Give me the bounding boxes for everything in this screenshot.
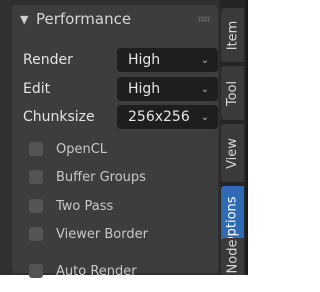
tab-node-visible[interactable]: Node <box>221 238 244 275</box>
tab-view-label: View <box>225 137 241 169</box>
chunksize-select[interactable]: 256x256 ⌄ <box>117 105 218 129</box>
chevron-down-icon: ⌄ <box>200 83 210 95</box>
two-pass-label: Two Pass <box>56 198 114 214</box>
edit-value: High <box>128 81 161 97</box>
buffer-groups-checkbox-row[interactable]: Buffer Groups <box>12 167 218 187</box>
chunksize-value: 256x256 <box>128 109 190 125</box>
edit-select[interactable]: High ⌄ <box>117 77 218 101</box>
opencl-label: OpenCL <box>56 141 108 157</box>
panel-title: Performance <box>36 10 132 28</box>
buffer-groups-label: Buffer Groups <box>56 169 146 185</box>
chevron-down-icon: ⌄ <box>200 54 210 66</box>
panel-header[interactable]: ▼ Performance <box>12 5 218 33</box>
two-pass-checkbox[interactable] <box>29 199 43 213</box>
performance-panel: ▼ Performance Render High ⌄ Edit High ⌄ … <box>12 5 218 279</box>
auto-render-label: Auto Render <box>56 263 137 279</box>
viewer-border-checkbox-row[interactable]: Viewer Border <box>12 224 218 244</box>
chunksize-label: Chunksize <box>23 109 95 125</box>
chevron-down-icon: ⌄ <box>200 111 210 123</box>
render-label: Render <box>23 52 73 68</box>
opencl-checkbox-row[interactable]: OpenCL <box>12 139 218 159</box>
viewer-border-label: Viewer Border <box>56 226 148 242</box>
edit-row: Edit High ⌄ <box>12 77 218 101</box>
viewer-border-checkbox[interactable] <box>29 227 43 241</box>
drag-handle-icon[interactable] <box>198 16 210 22</box>
auto-render-checkbox[interactable] <box>29 264 43 278</box>
opencl-checkbox[interactable] <box>29 142 43 156</box>
chunksize-row: Chunksize 256x256 ⌄ <box>12 105 218 129</box>
sidebar-region: ▼ Performance Render High ⌄ Edit High ⌄ … <box>0 0 248 279</box>
two-pass-checkbox-row[interactable]: Two Pass <box>12 196 218 216</box>
render-select[interactable]: High ⌄ <box>117 48 218 72</box>
tab-item-label: Item <box>225 20 240 50</box>
sidebar-tab-strip: Item Tool View Options <box>220 0 246 275</box>
tab-node-label: Node <box>225 239 240 274</box>
render-value: High <box>128 52 161 68</box>
auto-render-checkbox-row[interactable]: Auto Render <box>12 261 218 281</box>
tab-view[interactable]: View <box>221 124 244 182</box>
buffer-groups-checkbox[interactable] <box>29 170 43 184</box>
tab-tool-label: Tool <box>225 80 241 106</box>
tab-item[interactable]: Item <box>221 8 244 62</box>
tab-tool[interactable]: Tool <box>221 66 244 120</box>
collapse-chevron-icon[interactable]: ▼ <box>20 13 30 26</box>
edit-label: Edit <box>23 81 51 97</box>
render-row: Render High ⌄ <box>12 48 218 72</box>
